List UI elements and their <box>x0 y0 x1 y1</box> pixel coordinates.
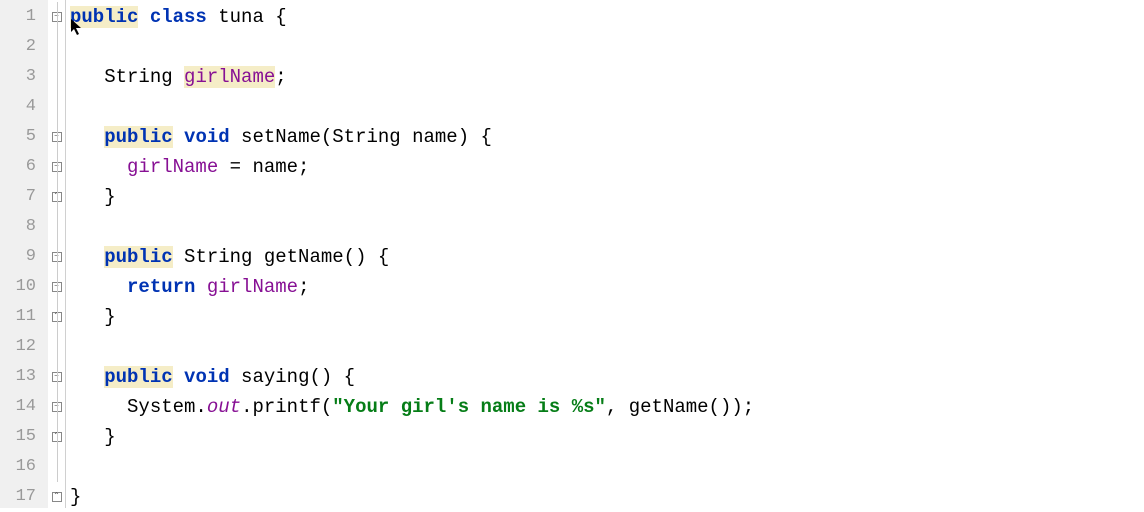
code-line[interactable]: } <box>70 182 1144 212</box>
fold-toggle-icon[interactable]: − <box>48 2 65 32</box>
code-line[interactable]: girlName = name; <box>70 152 1144 182</box>
line-number[interactable]: 8 <box>0 212 48 242</box>
fold-line-icon <box>48 452 65 482</box>
line-number[interactable]: 13 <box>0 362 48 392</box>
line-number[interactable]: 16 <box>0 452 48 482</box>
code-line[interactable]: public String getName() { <box>70 242 1144 272</box>
code-line[interactable]: public void saying() { <box>70 362 1144 392</box>
fold-close-icon[interactable]: ⌃ <box>48 302 65 332</box>
line-number[interactable]: 5 <box>0 122 48 152</box>
code-line[interactable]: System.out.printf("Your girl's name is %… <box>70 392 1144 422</box>
fold-toggle-icon[interactable]: − <box>48 272 65 302</box>
fold-line-icon <box>48 212 65 242</box>
code-line[interactable]: return girlName; <box>70 272 1144 302</box>
code-line[interactable]: public void setName(String name) { <box>70 122 1144 152</box>
line-number[interactable]: 4 <box>0 92 48 122</box>
line-number-gutter: 1 2 3 4 5 6 7 8 9 10 11 12 13 14 15 16 1… <box>0 0 48 508</box>
code-line[interactable]: String girlName; <box>70 62 1144 92</box>
line-number[interactable]: 7 <box>0 182 48 212</box>
code-line[interactable]: } <box>70 422 1144 452</box>
code-line[interactable]: public class tuna { <box>70 2 1144 32</box>
code-line[interactable]: } <box>70 302 1144 332</box>
line-number[interactable]: 14 <box>0 392 48 422</box>
line-number[interactable]: 12 <box>0 332 48 362</box>
fold-toggle-icon[interactable]: − <box>48 122 65 152</box>
code-line[interactable] <box>70 452 1144 482</box>
fold-line-icon <box>48 332 65 362</box>
line-number[interactable]: 2 <box>0 32 48 62</box>
fold-toggle-icon[interactable]: − <box>48 242 65 272</box>
fold-close-icon[interactable]: ⌃ <box>48 422 65 452</box>
fold-toggle-icon[interactable]: − <box>48 392 65 422</box>
fold-close-icon[interactable]: ⌃ <box>48 182 65 212</box>
line-number[interactable]: 1 <box>0 2 48 32</box>
code-editor[interactable]: public class tuna { String girlName; pub… <box>66 0 1144 508</box>
line-number[interactable]: 15 <box>0 422 48 452</box>
fold-line-icon <box>48 62 65 92</box>
line-number[interactable]: 3 <box>0 62 48 92</box>
fold-toggle-icon[interactable]: − <box>48 152 65 182</box>
fold-line-icon <box>48 32 65 62</box>
line-number[interactable]: 10 <box>0 272 48 302</box>
code-line[interactable] <box>70 332 1144 362</box>
line-number[interactable]: 11 <box>0 302 48 332</box>
fold-line-icon <box>48 92 65 122</box>
code-line[interactable] <box>70 212 1144 242</box>
code-line[interactable] <box>70 92 1144 122</box>
line-number[interactable]: 9 <box>0 242 48 272</box>
fold-toggle-icon[interactable]: − <box>48 362 65 392</box>
line-number[interactable]: 6 <box>0 152 48 182</box>
fold-gutter: − − − ⌃ − − ⌃ − − ⌃ ⌃ <box>48 0 66 508</box>
code-line[interactable] <box>70 32 1144 62</box>
